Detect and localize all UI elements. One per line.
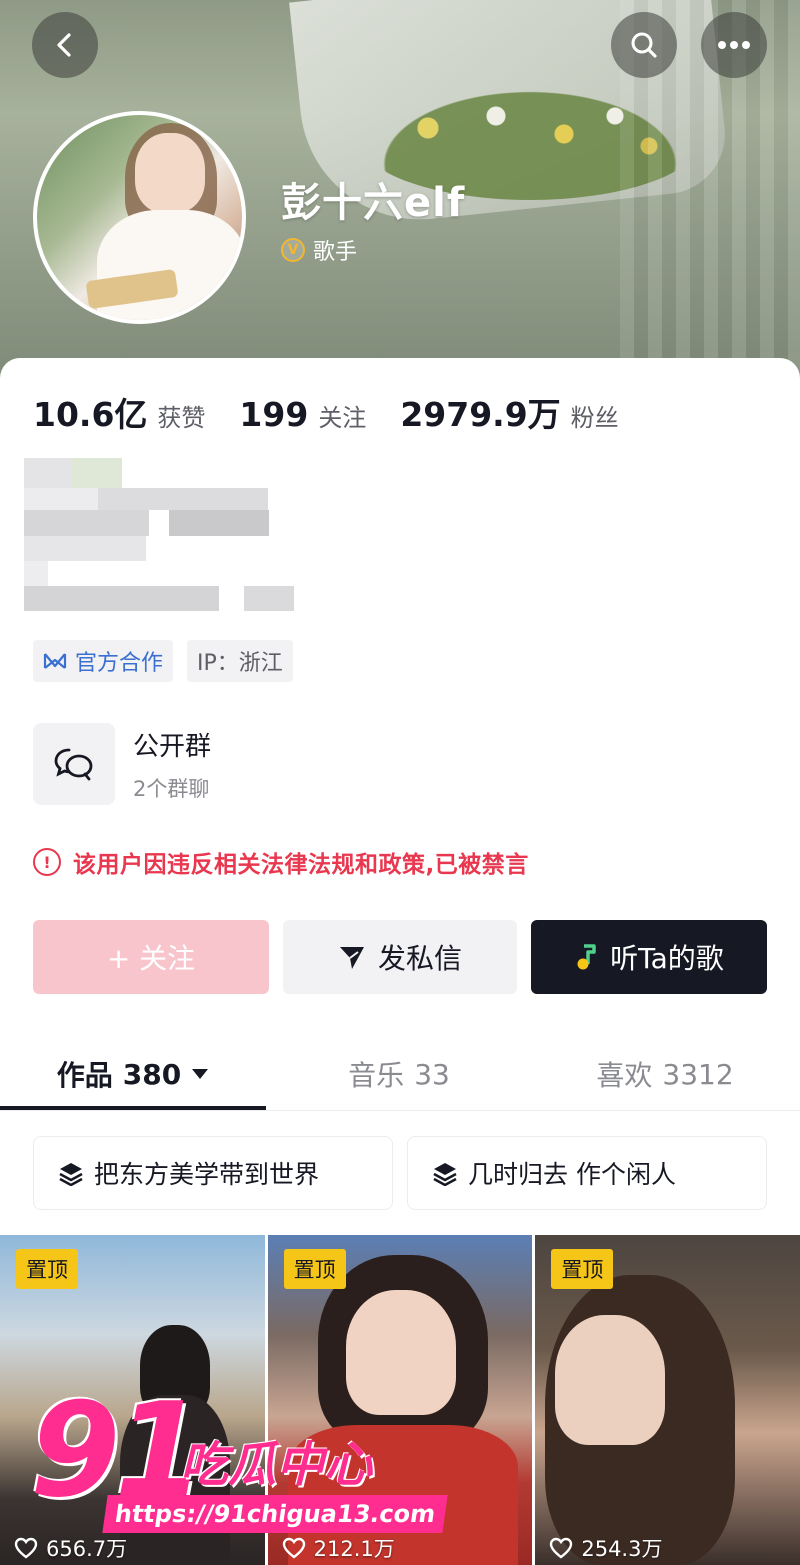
warning-icon: ! (33, 848, 61, 876)
back-arrow-icon (57, 33, 71, 57)
collection-chip[interactable]: 把东方美学带到世界 (33, 1136, 393, 1210)
paper-plane-icon (339, 947, 364, 969)
site-watermark: 91 吃瓜中心 https://91chigua13.com (30, 1385, 450, 1545)
follow-button[interactable]: + 关注 (33, 920, 269, 994)
more-button[interactable] (701, 12, 767, 78)
search-icon (631, 32, 657, 58)
stat-likes: 10.6亿 获赞 (33, 388, 205, 436)
stat-followers[interactable]: 2979.9万 粉丝 (400, 388, 618, 436)
watermark-name: 吃瓜中心 (180, 1437, 373, 1493)
collection-chip[interactable]: 几时归去 作个闲人 (407, 1136, 767, 1210)
tab-likes-count: 3312 (662, 1057, 734, 1091)
listen-songs-label: 听Ta的歌 (610, 942, 724, 975)
collections-row: 把东方美学带到世界 几时归去 作个闲人 (33, 1136, 767, 1210)
music-note-icon (577, 944, 596, 970)
search-button[interactable] (611, 12, 677, 78)
message-button[interactable]: 发私信 (283, 920, 517, 994)
official-cooperation-tag[interactable]: 官方合作 (33, 640, 174, 682)
mute-notice: ! 该用户因违反相关法律法规和政策,已被禁言 (33, 845, 529, 879)
likes-count: 10.6亿 (33, 395, 148, 434)
watermark-url: https://91chigua13.com (102, 1495, 448, 1533)
tab-music-label: 音乐 (348, 1059, 405, 1092)
video-likes: 254.3万 (549, 1533, 662, 1563)
official-cooperation-label: 官方合作 (75, 651, 164, 676)
stack-layers-icon (433, 1163, 457, 1186)
collection-label: 几时归去 作个闲人 (468, 1160, 676, 1189)
verified-v-icon: V (281, 238, 305, 262)
official-cooperation-icon (43, 653, 67, 669)
likes-label: 获赞 (157, 404, 206, 432)
content-tabs: 作品 380 音乐 33 喜欢 3312 (0, 1038, 800, 1110)
profile-tags: 官方合作 IP：浙江 (33, 640, 293, 682)
verification: V 歌手 (281, 234, 357, 266)
nickname: 彭十六elf (281, 180, 466, 226)
stack-layers-icon (59, 1163, 83, 1186)
action-buttons: + 关注 发私信 听Ta的歌 (33, 920, 767, 994)
following-count: 199 (239, 395, 309, 434)
back-button[interactable] (32, 12, 98, 78)
ip-location-tag: IP：浙江 (187, 640, 293, 682)
mute-notice-text: 该用户因违反相关法律法规和政策,已被禁言 (73, 852, 529, 878)
group-count: 2个群聊 (133, 776, 210, 801)
stats-row: 10.6亿 获赞 199 关注 2979.9万 粉丝 (33, 388, 619, 436)
tab-music[interactable]: 音乐 33 (266, 1038, 532, 1110)
followers-label: 粉丝 (570, 404, 619, 432)
avatar[interactable] (33, 111, 246, 324)
verification-label: 歌手 (313, 240, 358, 265)
group-chat-icon (33, 723, 115, 805)
heart-icon (550, 1537, 573, 1559)
pinned-badge: 置顶 (16, 1249, 78, 1289)
listen-songs-button[interactable]: 听Ta的歌 (531, 920, 767, 994)
follow-button-label: + 关注 (106, 942, 196, 975)
tabs-divider (0, 1110, 800, 1111)
tab-likes[interactable]: 喜欢 3312 (532, 1038, 798, 1110)
following-label: 关注 (318, 404, 367, 432)
tab-works-count: 380 (122, 1057, 182, 1091)
censored-bio (24, 458, 324, 628)
tab-likes-label: 喜欢 (596, 1059, 653, 1092)
stat-following[interactable]: 199 关注 (239, 395, 366, 434)
more-dots-icon (718, 41, 750, 49)
video-likes-count: 254.3万 (581, 1537, 663, 1561)
ip-location-label: IP：浙江 (197, 651, 283, 676)
message-button-label: 发私信 (377, 942, 462, 975)
video-thumbnail[interactable]: 置顶 254.3万 (535, 1235, 800, 1565)
collection-label: 把东方美学带到世界 (94, 1160, 320, 1189)
tab-music-count: 33 (414, 1057, 450, 1091)
tab-works-label: 作品 (56, 1059, 113, 1092)
pinned-badge: 置顶 (283, 1249, 346, 1289)
tab-works[interactable]: 作品 380 (0, 1038, 266, 1110)
dropdown-triangle-icon (192, 1069, 209, 1079)
group-title: 公开群 (133, 731, 212, 762)
public-group-entry[interactable]: 公开群 2个群聊 (33, 723, 211, 805)
pinned-badge: 置顶 (551, 1249, 614, 1289)
followers-count: 2979.9万 (400, 395, 561, 434)
